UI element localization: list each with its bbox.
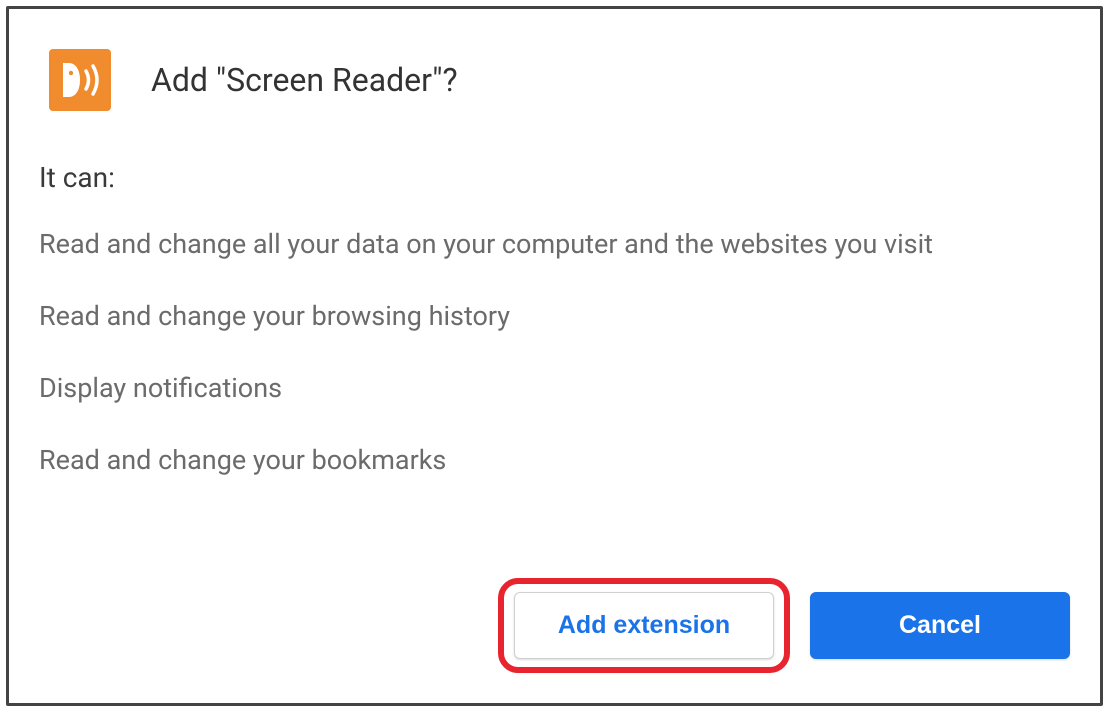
screen-reader-icon xyxy=(49,49,111,111)
dialog-header: Add "Screen Reader"? xyxy=(49,49,1070,111)
cancel-button[interactable]: Cancel xyxy=(810,592,1070,659)
dialog-title: Add "Screen Reader"? xyxy=(151,61,458,99)
dialog-actions: Add extension Cancel xyxy=(39,578,1070,673)
add-extension-button[interactable]: Add extension xyxy=(514,592,774,659)
permissions-label: It can: xyxy=(39,161,1070,194)
permission-item: Read and change your browsing history xyxy=(39,296,1070,338)
extension-install-dialog: Add "Screen Reader"? It can: Read and ch… xyxy=(6,6,1103,706)
highlight-annotation: Add extension xyxy=(498,578,790,673)
permissions-section: It can: Read and change all your data on… xyxy=(39,161,1070,558)
permission-item: Read and change all your data on your co… xyxy=(39,224,1070,266)
permission-item: Read and change your bookmarks xyxy=(39,440,1070,482)
permission-item: Display notifications xyxy=(39,368,1070,410)
